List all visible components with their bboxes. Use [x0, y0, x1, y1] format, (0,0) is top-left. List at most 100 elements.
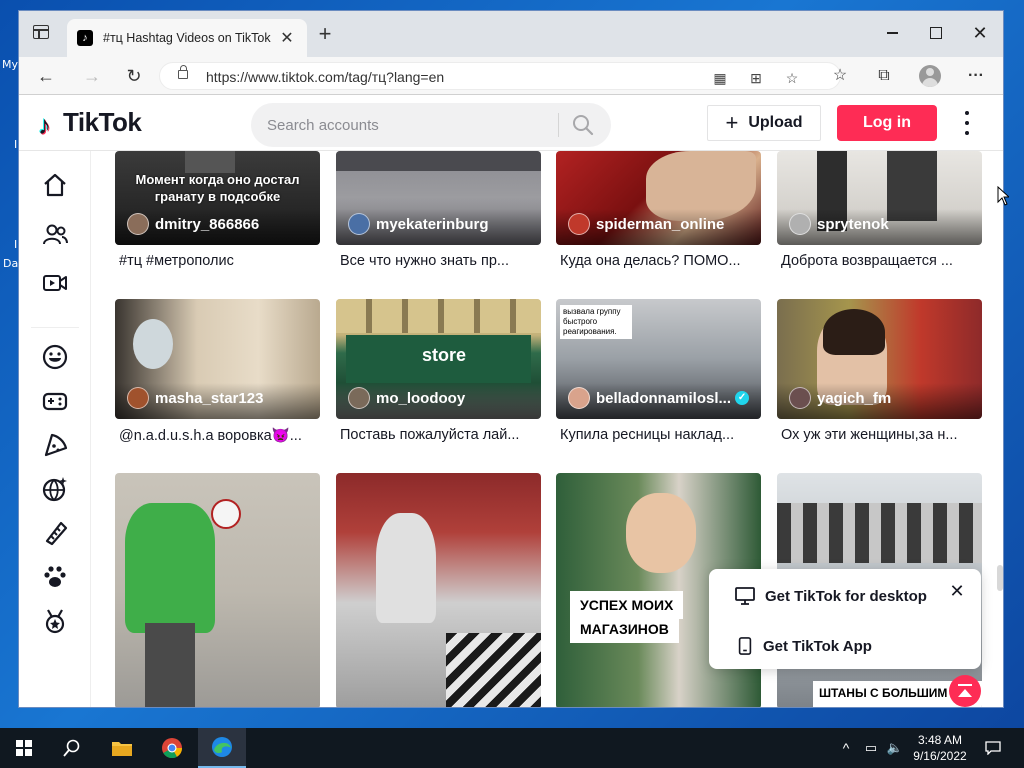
- video-author[interactable]: dmitry_866866: [127, 213, 259, 235]
- video-caption[interactable]: Ох уж эти женщины,за н...: [781, 427, 981, 443]
- more-options-icon[interactable]: [957, 111, 977, 135]
- video-caption[interactable]: Все что нужно знать пр...: [340, 253, 540, 269]
- page-scrollbar[interactable]: [997, 565, 1003, 591]
- close-icon[interactable]: ✕: [965, 19, 995, 47]
- video-caption[interactable]: Куда она делась? ПОМО...: [560, 253, 760, 269]
- video-author[interactable]: yagich_fm: [789, 387, 891, 409]
- get-app-link[interactable]: Get TikTok App: [737, 637, 872, 655]
- desktop-label[interactable]: Da: [3, 257, 18, 270]
- video-caption[interactable]: Купила ресницы наклад...: [560, 427, 760, 443]
- thumbnail-detail: [626, 493, 696, 573]
- apps-icon[interactable]: ⊞: [748, 70, 764, 86]
- upload-button[interactable]: + Upload: [707, 105, 821, 141]
- volume-icon[interactable]: 🔈: [884, 728, 906, 768]
- browser-tab[interactable]: ♪ #тц Hashtag Videos on TikTok ✕: [67, 19, 307, 57]
- collections-icon[interactable]: ⧉: [873, 66, 895, 86]
- video-caption[interactable]: @n.a.d.u.s.h.a воровка👿...: [119, 427, 319, 444]
- edge-icon[interactable]: [198, 728, 246, 768]
- thumbnail-detail: [336, 299, 541, 333]
- author-avatar: [789, 387, 811, 409]
- home-icon[interactable]: [41, 171, 69, 199]
- qr-code-icon[interactable]: ▦: [712, 70, 728, 86]
- url-field[interactable]: https://www.tiktok.com/tag/тц?lang=en ▦ …: [159, 62, 841, 90]
- maximize-icon[interactable]: [921, 19, 951, 47]
- video-thumbnail[interactable]: spiderman_online: [556, 151, 761, 245]
- profile-avatar[interactable]: [919, 65, 941, 87]
- browser-window: ♪ #тц Hashtag Videos on TikTok ✕ + ✕ ← →…: [18, 10, 1004, 708]
- video-thumbnail[interactable]: [115, 473, 320, 707]
- chrome-icon[interactable]: [148, 728, 196, 768]
- video-author[interactable]: sprytenok: [789, 213, 889, 235]
- mouse-cursor-icon: [997, 186, 1009, 206]
- video-caption[interactable]: Доброта возвращается ...: [781, 253, 981, 269]
- thumbnail-detail: [446, 633, 541, 707]
- new-tab-icon[interactable]: +: [313, 23, 337, 45]
- tab-actions-icon[interactable]: [33, 25, 49, 39]
- search-icon[interactable]: [48, 728, 96, 768]
- video-thumbnail[interactable]: store mo_loodooy: [336, 299, 541, 419]
- science-icon[interactable]: [41, 475, 69, 503]
- beauty-icon[interactable]: [41, 519, 69, 547]
- video-author[interactable]: mo_loodooy: [348, 387, 465, 409]
- lock-icon[interactable]: [178, 65, 188, 79]
- windows-start-icon[interactable]: [0, 728, 48, 768]
- store-sign-text: store: [422, 345, 467, 365]
- thumbnail-detail: [336, 151, 541, 171]
- system-clock[interactable]: 3:48 AM 9/16/2022: [908, 732, 972, 764]
- desktop-label[interactable]: I: [14, 138, 17, 151]
- thumbnail-detail: [145, 623, 195, 707]
- video-overlay-text: Момент когда оно достал гранату в подсоб…: [135, 172, 300, 204]
- scroll-to-top-icon[interactable]: [949, 675, 981, 707]
- file-explorer-icon[interactable]: [98, 728, 146, 768]
- video-thumbnail[interactable]: Момент когда оно достал гранату в подсоб…: [115, 151, 320, 245]
- video-thumbnail[interactable]: masha_star123: [115, 299, 320, 419]
- search-divider: [558, 113, 559, 137]
- get-app-popup: Get TikTok for desktop ✕ Get TikTok App: [709, 569, 981, 669]
- video-thumbnail[interactable]: sprytenok: [777, 151, 982, 245]
- clock-time: 3:48 AM: [917, 733, 963, 747]
- search-icon[interactable]: [571, 113, 595, 137]
- video-author[interactable]: myekaterinburg: [348, 213, 489, 235]
- desktop-label[interactable]: I: [14, 238, 17, 251]
- video-caption[interactable]: #тц #метрополис: [119, 253, 319, 269]
- reload-icon[interactable]: ↻: [121, 65, 147, 87]
- author-name: dmitry_866866: [155, 215, 260, 233]
- thumbnail-detail: [376, 513, 436, 623]
- video-author[interactable]: belladonnamilosl... ✓: [568, 387, 750, 409]
- desktop-label[interactable]: My: [2, 58, 18, 71]
- tab-close-icon[interactable]: ✕: [277, 28, 297, 48]
- popup-close-icon[interactable]: ✕: [947, 581, 967, 602]
- animals-icon[interactable]: [41, 563, 69, 591]
- url-text[interactable]: https://www.tiktok.com/tag/тц?lang=en: [206, 69, 444, 85]
- login-button[interactable]: Log in: [837, 105, 937, 141]
- following-icon[interactable]: [41, 221, 69, 249]
- search-input[interactable]: [267, 103, 547, 147]
- author-avatar: [127, 387, 149, 409]
- favorites-icon[interactable]: ☆: [829, 66, 851, 86]
- tiktok-logo[interactable]: ♪ ♪ ♪ TikTok: [35, 107, 142, 139]
- settings-more-icon[interactable]: ···: [965, 66, 987, 86]
- gaming-icon[interactable]: [41, 387, 69, 415]
- food-icon[interactable]: [41, 431, 69, 459]
- forward-icon[interactable]: →: [79, 65, 105, 87]
- video-thumbnail[interactable]: yagich_fm: [777, 299, 982, 419]
- video-thumbnail[interactable]: myekaterinburg: [336, 151, 541, 245]
- video-author[interactable]: masha_star123: [127, 387, 263, 409]
- video-author[interactable]: spiderman_online: [568, 213, 724, 235]
- get-desktop-link[interactable]: Get TikTok for desktop: [735, 587, 927, 605]
- author-avatar: [568, 387, 590, 409]
- network-icon[interactable]: ▭: [860, 728, 882, 768]
- live-icon[interactable]: [41, 269, 69, 297]
- show-hidden-icons[interactable]: ^: [836, 728, 856, 768]
- sidebar-divider: [31, 327, 79, 328]
- video-thumbnail[interactable]: [336, 473, 541, 707]
- notifications-icon[interactable]: [978, 728, 1008, 768]
- video-thumbnail[interactable]: вызвала группу быстрого реагирования. be…: [556, 299, 761, 419]
- author-name: belladonnamilosl...: [596, 389, 732, 407]
- add-favorite-icon[interactable]: ☆: [784, 70, 800, 86]
- video-caption[interactable]: Поставь пожалуйста лай...: [340, 427, 540, 443]
- sports-icon[interactable]: [41, 607, 69, 635]
- back-icon[interactable]: ←: [33, 65, 59, 87]
- minimize-icon[interactable]: [877, 19, 907, 47]
- comedy-icon[interactable]: [41, 343, 69, 371]
